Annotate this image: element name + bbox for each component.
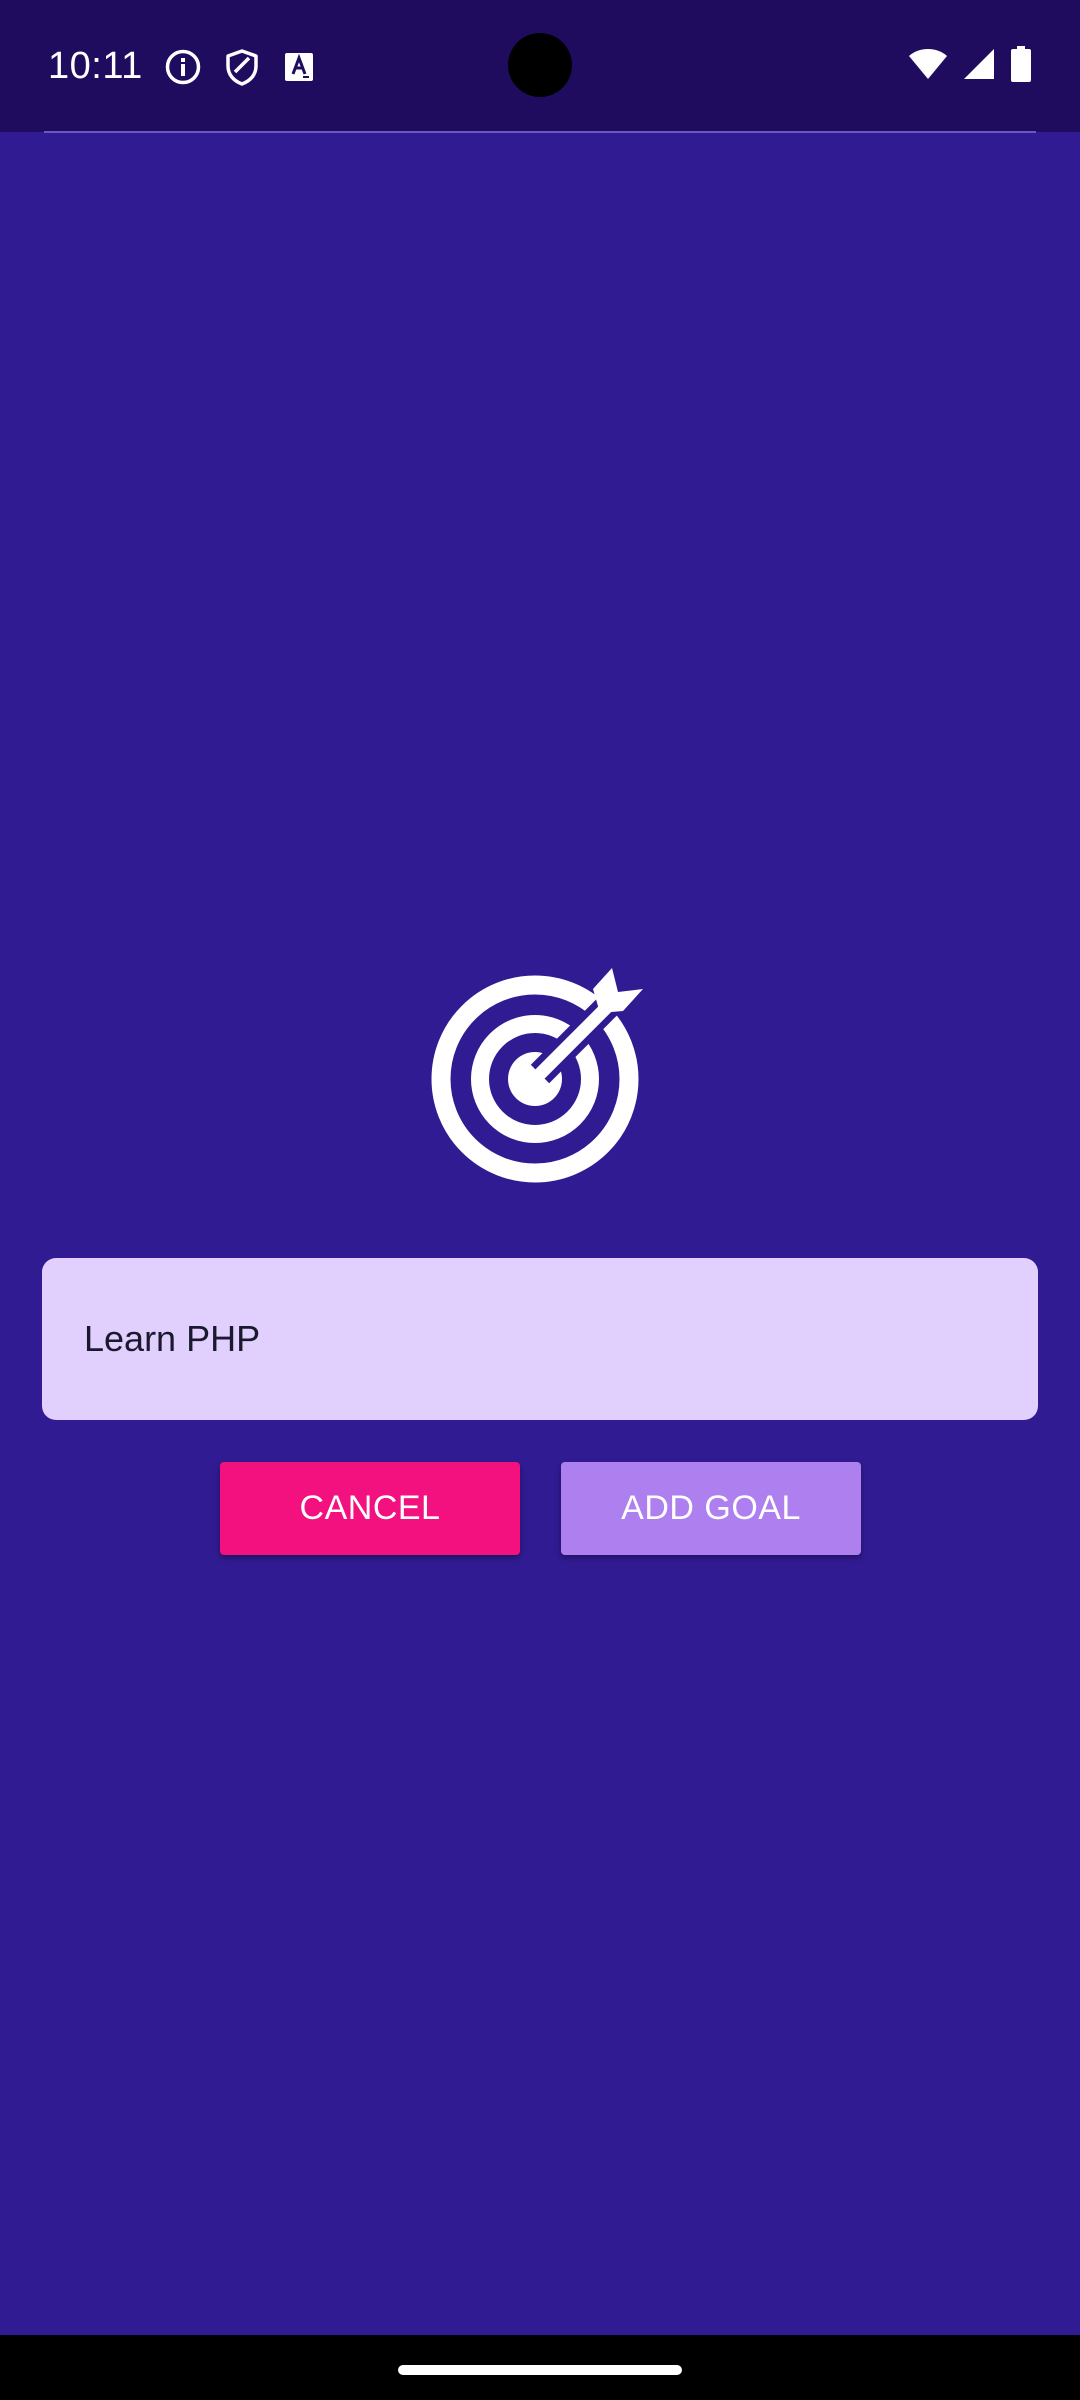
cancel-button-label: CANCEL xyxy=(299,1489,441,1527)
text-format-icon xyxy=(282,50,316,84)
goal-input-text: Learn PHP xyxy=(84,1318,261,1359)
battery-icon xyxy=(1010,46,1032,82)
status-icons-left xyxy=(164,48,316,86)
goal-input[interactable]: Learn PHP xyxy=(42,1258,1038,1420)
home-gesture-handle[interactable] xyxy=(398,2365,682,2375)
add-goal-button-label: ADD GOAL xyxy=(621,1489,801,1527)
cancel-button[interactable]: CANCEL xyxy=(220,1462,520,1555)
camera-cutout xyxy=(508,33,572,97)
target-arrow-icon xyxy=(428,966,652,1190)
wifi-icon xyxy=(908,47,948,81)
add-goal-button[interactable]: ADD GOAL xyxy=(561,1462,861,1555)
status-bar: 10:11 xyxy=(0,0,1080,132)
info-icon xyxy=(164,48,202,86)
main-content xyxy=(0,133,1080,2335)
shield-icon xyxy=(224,48,260,86)
status-icons-right xyxy=(908,46,1032,82)
status-time: 10:11 xyxy=(48,45,143,87)
signal-icon xyxy=(962,47,996,81)
